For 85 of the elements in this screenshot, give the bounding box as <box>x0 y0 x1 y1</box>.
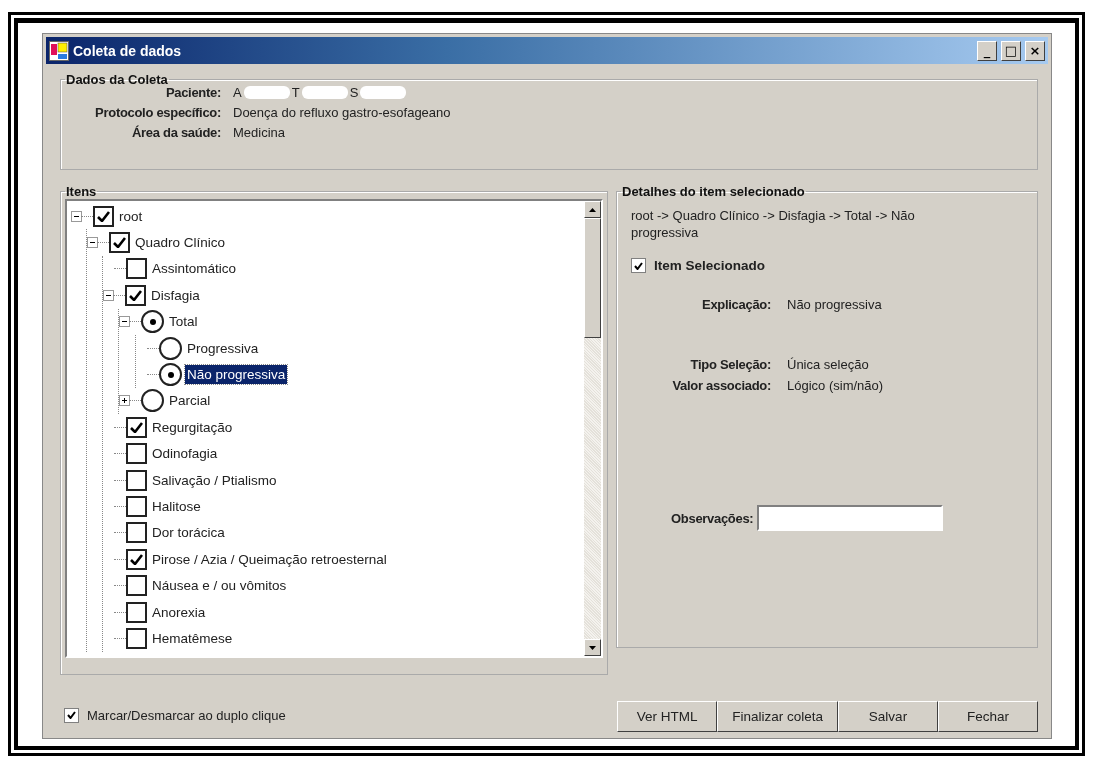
checkbox-label: Item Selecionado <box>654 258 766 273</box>
checkbox[interactable] <box>126 416 147 438</box>
check-icon <box>130 421 143 433</box>
maximize-button[interactable]: □ <box>1001 40 1021 61</box>
tree-item[interactable]: Progressiva <box>185 338 261 358</box>
close-button[interactable]: × <box>1025 40 1045 61</box>
check-icon <box>129 289 142 301</box>
group-title: Dados da Coleta <box>65 72 169 87</box>
field-value: Medicina <box>233 125 287 140</box>
tree-item[interactable]: Quadro Clínico <box>133 233 228 253</box>
tree-item[interactable]: Não progressiva <box>185 365 288 385</box>
field-label: Área da saúde: <box>131 125 221 140</box>
field-label: Observações: <box>671 510 754 526</box>
checkbox[interactable] <box>126 575 147 597</box>
collapse-icon[interactable] <box>103 289 114 301</box>
dialog-button[interactable]: Salvar <box>838 701 938 732</box>
tree-item[interactable]: Parcial <box>167 391 213 411</box>
checkbox[interactable] <box>126 443 147 465</box>
tree-item[interactable]: Regurgitação <box>150 417 235 437</box>
radio-button[interactable] <box>159 363 182 387</box>
tree-item[interactable]: Dor torácica <box>150 523 227 543</box>
field-label: Explicação: <box>701 297 771 312</box>
radio-button[interactable] <box>141 389 164 413</box>
dialog-button[interactable]: Ver HTML <box>617 701 718 732</box>
field-value: Não progressiva <box>787 297 883 312</box>
tree-item[interactable]: Salivação / Ptialismo <box>150 470 279 490</box>
check-icon <box>67 711 76 719</box>
scrollbar[interactable] <box>584 201 601 656</box>
tree-item[interactable]: Anorexia <box>150 602 208 622</box>
collapse-icon[interactable] <box>87 237 98 249</box>
tree-item[interactable]: root <box>117 206 145 226</box>
checkbox[interactable] <box>126 496 147 517</box>
collapse-icon[interactable] <box>71 210 82 222</box>
tree-item[interactable]: Assintomático <box>150 259 239 279</box>
collapse-icon[interactable] <box>119 316 130 328</box>
dialog-button[interactable]: Finalizar coleta <box>717 701 838 732</box>
field-value: S <box>349 85 359 100</box>
field-label: Valor associado: <box>671 378 771 393</box>
tree-item[interactable]: Náusea e / ou vômitos <box>150 576 289 596</box>
group-title: Itens <box>65 184 98 199</box>
field-value: Lógico (sim/não) <box>787 378 885 393</box>
minimize-button[interactable]: _ <box>977 40 997 61</box>
checkbox[interactable] <box>631 258 646 273</box>
field-label: Tipo Seleção: <box>689 357 771 372</box>
tree-item[interactable]: Odinofagia <box>150 444 220 464</box>
expand-icon[interactable] <box>119 395 130 407</box>
checkbox[interactable] <box>64 707 79 723</box>
field-value: T <box>291 85 300 100</box>
tree-item[interactable]: Total <box>167 312 200 332</box>
group-title: Detalhes do item selecionado <box>621 184 806 199</box>
scroll-thumb[interactable] <box>584 218 601 338</box>
checkbox[interactable] <box>126 627 147 649</box>
field-label: Protocolo específico: <box>94 105 221 120</box>
check-icon <box>130 553 143 565</box>
radio-button[interactable] <box>141 310 164 334</box>
field-value: Única seleção <box>787 357 870 372</box>
scroll-down-button[interactable] <box>584 639 601 656</box>
check-icon <box>634 261 643 270</box>
checkbox[interactable] <box>109 232 130 254</box>
checkbox[interactable] <box>93 205 114 227</box>
dialog-button[interactable]: Fechar <box>938 701 1038 732</box>
checkbox[interactable] <box>125 284 146 306</box>
down-arrow-icon <box>589 645 596 650</box>
field-value: A <box>233 85 242 100</box>
checkbox[interactable] <box>126 548 147 570</box>
tree-item[interactable]: Disfagia <box>149 285 202 305</box>
tree-item[interactable]: Pirose / Azia / Queimação retroesternal <box>150 549 389 569</box>
observations-field[interactable] <box>757 505 944 531</box>
window-title: Coleta de dados <box>73 42 183 59</box>
tree-item[interactable]: Halitose <box>150 497 203 516</box>
app-icon <box>49 40 69 61</box>
field-label: Paciente: <box>164 85 221 100</box>
item-path: root -> Quadro Clínico -> Disfagia -> Total -> Não progressiva <box>631 207 916 241</box>
checkbox[interactable] <box>126 258 147 280</box>
checkbox[interactable] <box>126 469 147 491</box>
tree-item[interactable]: Hematêmese <box>150 628 235 648</box>
radio-button[interactable] <box>159 336 182 360</box>
checkbox-label: Marcar/Desmarcar ao duplo clique <box>87 707 286 723</box>
check-icon <box>97 210 110 222</box>
checkbox[interactable] <box>126 601 147 623</box>
scroll-up-button[interactable] <box>584 201 601 218</box>
checkbox[interactable] <box>126 522 147 544</box>
field-value: Doença do refluxo gastro-esofageano <box>233 105 452 120</box>
up-arrow-icon <box>589 207 596 212</box>
check-icon <box>113 237 126 249</box>
